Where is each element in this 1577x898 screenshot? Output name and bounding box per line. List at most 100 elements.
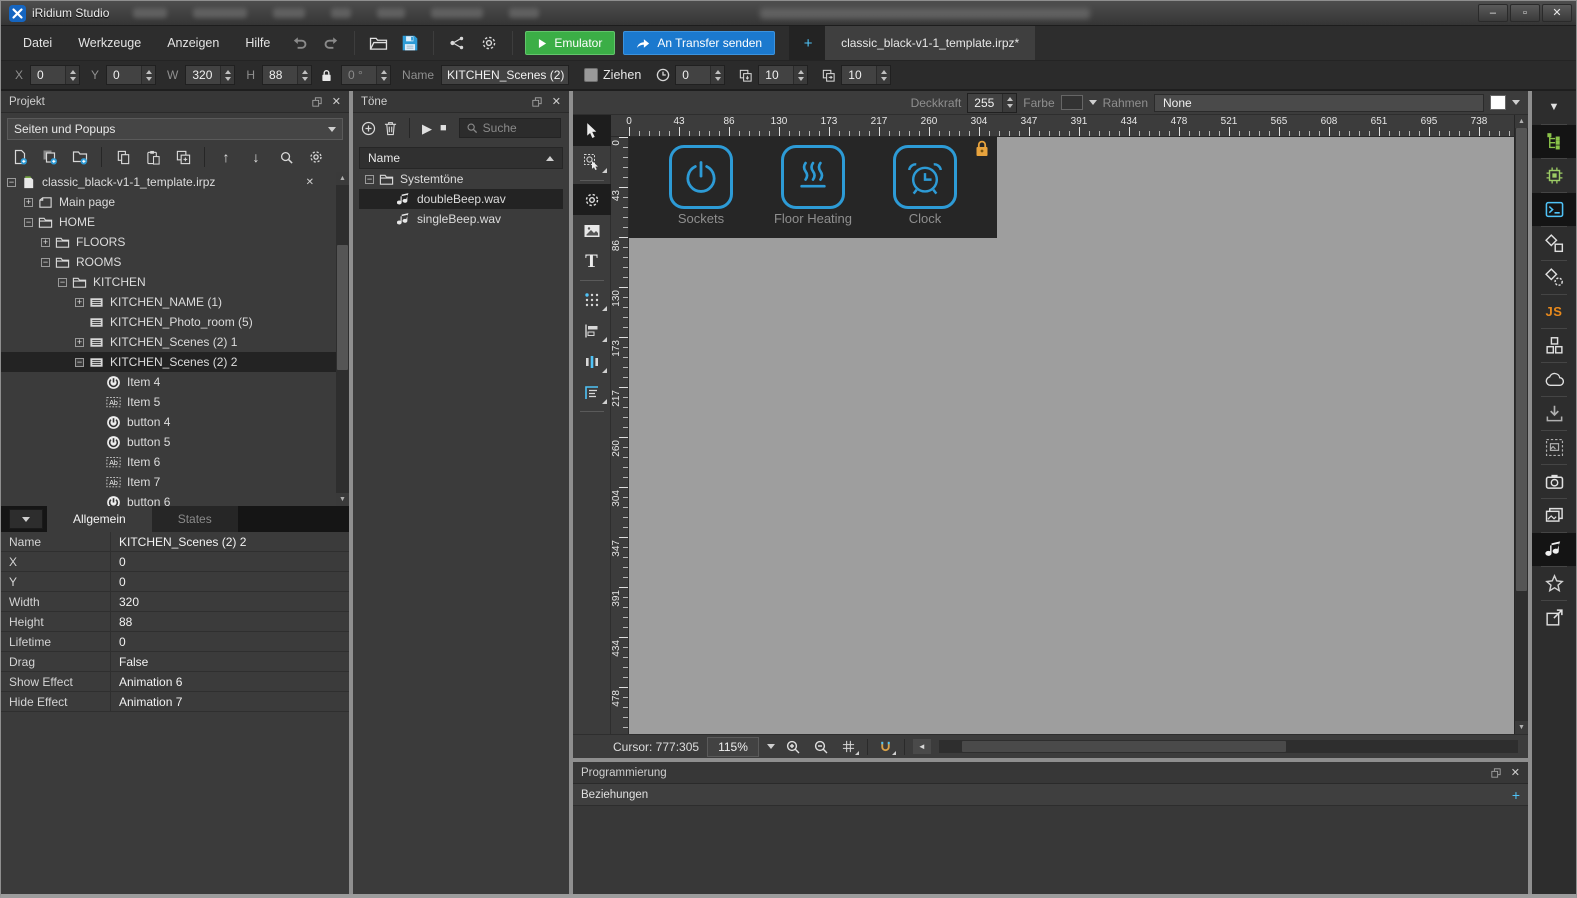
move-down-icon[interactable]: ↓ bbox=[243, 145, 269, 169]
float-panel-icon[interactable] bbox=[312, 96, 322, 107]
tree-item[interactable]: singleBeep.wav bbox=[359, 209, 563, 229]
favorites-star-icon[interactable] bbox=[1532, 567, 1576, 600]
collapse-arrow-icon[interactable]: ▼ bbox=[1532, 91, 1576, 124]
search-icon[interactable] bbox=[273, 145, 299, 169]
js-editor-icon[interactable]: JS bbox=[1532, 295, 1576, 328]
properties-menu-button[interactable] bbox=[9, 509, 43, 529]
format-tool-icon[interactable] bbox=[573, 377, 611, 408]
width-spinner[interactable]: 320 bbox=[185, 65, 236, 85]
expander-icon[interactable]: − bbox=[41, 257, 50, 267]
redo-icon[interactable] bbox=[316, 30, 346, 56]
widget-button-floor-heating[interactable]: Floor Heating bbox=[761, 145, 865, 226]
pages-popups-select[interactable]: Seiten und Popups bbox=[7, 118, 343, 140]
tree-item[interactable]: − Systemtöne bbox=[359, 169, 563, 189]
new-page-icon[interactable] bbox=[7, 145, 33, 169]
save-icon[interactable] bbox=[395, 30, 425, 56]
grid-items-tool-icon[interactable] bbox=[573, 284, 611, 315]
maximize-button[interactable]: ▫ bbox=[1509, 4, 1540, 22]
share-icon[interactable] bbox=[442, 30, 472, 56]
ziehen-checkbox[interactable] bbox=[584, 68, 599, 82]
tree-item[interactable]: button 5 bbox=[1, 432, 336, 452]
driver-chip-icon[interactable] bbox=[1532, 159, 1576, 192]
beziehungen-section[interactable]: Beziehungen + bbox=[573, 784, 1528, 806]
transfer-button[interactable]: An Transfer senden bbox=[623, 31, 776, 55]
tree-item[interactable]: − KITCHEN_Scenes (2) 2 bbox=[1, 352, 336, 372]
minimize-button[interactable]: – bbox=[1477, 4, 1508, 22]
tree-item[interactable]: KITCHEN_Photo_room (5) bbox=[1, 312, 336, 332]
scroll-up-icon[interactable]: ▲ bbox=[1515, 115, 1528, 128]
cloud-icon[interactable] bbox=[1532, 363, 1576, 396]
new-folder-icon[interactable] bbox=[67, 145, 93, 169]
close-panel-icon[interactable]: ✕ bbox=[1511, 766, 1520, 779]
tree-item[interactable]: + FLOORS bbox=[1, 232, 336, 252]
new-popup-icon[interactable] bbox=[37, 145, 63, 169]
property-row[interactable]: Height 88 bbox=[1, 612, 349, 632]
menu-hilfe[interactable]: Hilfe bbox=[233, 30, 282, 56]
close-icon[interactable]: ✕ bbox=[306, 177, 314, 188]
screenshot-camera-icon[interactable] bbox=[1532, 465, 1576, 498]
property-row[interactable]: Drag False bbox=[1, 652, 349, 672]
menu-datei[interactable]: Datei bbox=[11, 30, 64, 56]
tree-item[interactable]: − HOME bbox=[1, 212, 336, 232]
open-project-icon[interactable] bbox=[363, 30, 393, 56]
property-row[interactable]: Hide Effect Animation 7 bbox=[1, 692, 349, 712]
property-value[interactable]: 0 bbox=[111, 552, 349, 571]
property-value[interactable]: Animation 6 bbox=[111, 672, 349, 691]
modules-icon[interactable] bbox=[1532, 329, 1576, 362]
gallery-images-icon[interactable] bbox=[1532, 499, 1576, 532]
export-icon[interactable] bbox=[1532, 601, 1576, 634]
property-row[interactable]: X0 bbox=[1, 552, 349, 572]
grid-step-y-spinner[interactable]: 10 bbox=[841, 65, 892, 85]
rotation-spinner[interactable]: 0 ° bbox=[341, 65, 392, 85]
tree-item[interactable]: + KITCHEN_Scenes (2) 1 bbox=[1, 332, 336, 352]
tree-item[interactable]: − KITCHEN bbox=[1, 272, 336, 292]
image-tool-icon[interactable] bbox=[573, 215, 611, 246]
close-panel-icon[interactable]: ✕ bbox=[552, 95, 561, 108]
grid-toggle-icon[interactable] bbox=[839, 738, 859, 756]
text-tool-icon[interactable]: T bbox=[573, 246, 611, 277]
expander-icon[interactable]: − bbox=[24, 217, 33, 227]
delay-spinner[interactable]: 0 bbox=[675, 65, 726, 85]
property-value[interactable]: 0 bbox=[111, 572, 349, 591]
tree-item[interactable]: + KITCHEN_NAME (1) bbox=[1, 292, 336, 312]
property-row[interactable]: Name KITCHEN_Scenes (2) 2 bbox=[1, 532, 349, 552]
property-value[interactable]: 320 bbox=[111, 592, 349, 611]
color-swatch[interactable] bbox=[1060, 95, 1083, 110]
property-row[interactable]: Show Effect Animation 6 bbox=[1, 672, 349, 692]
scroll-down-icon[interactable]: ▼ bbox=[336, 493, 349, 506]
align-tool-icon[interactable] bbox=[573, 315, 611, 346]
expander-icon[interactable]: − bbox=[58, 277, 67, 287]
dynamic-shapes-icon[interactable] bbox=[1532, 261, 1576, 294]
grid-step-x-spinner[interactable]: 10 bbox=[758, 65, 809, 85]
scroll-left-icon[interactable]: ◄ bbox=[912, 739, 931, 754]
lock-icon[interactable] bbox=[321, 69, 332, 82]
scroll-up-icon[interactable]: ▲ bbox=[336, 172, 349, 185]
canvas-horizontal-scrollbar[interactable] bbox=[938, 740, 1518, 753]
item-settings-tool-icon[interactable] bbox=[572, 184, 611, 215]
tab-states[interactable]: States bbox=[151, 506, 238, 532]
tab-allgemein[interactable]: Allgemein bbox=[47, 506, 152, 532]
float-panel-icon[interactable] bbox=[1491, 767, 1501, 778]
sounds-column-header[interactable]: Name bbox=[359, 147, 563, 169]
scroll-down-icon[interactable]: ▼ bbox=[1515, 721, 1528, 734]
property-row[interactable]: Lifetime 0 bbox=[1, 632, 349, 652]
tree-item[interactable]: − classic_black-v1-1_template.irpz ✕ bbox=[1, 172, 336, 192]
play-sound-icon[interactable]: ▶ bbox=[422, 122, 432, 135]
distribute-tool-icon[interactable] bbox=[573, 346, 611, 377]
y-spinner[interactable]: 0 bbox=[106, 65, 157, 85]
tree-item[interactable]: Ab Item 6 bbox=[1, 452, 336, 472]
tree-item[interactable]: Ab Item 7 bbox=[1, 472, 336, 492]
tree-item[interactable]: button 6 bbox=[1, 492, 336, 506]
menu-werkzeuge[interactable]: Werkzeuge bbox=[66, 30, 153, 56]
kitchen-scenes-widget[interactable]: Sockets Floor Heating Clock bbox=[629, 137, 997, 238]
add-relation-icon[interactable]: + bbox=[1512, 787, 1520, 803]
zoom-select-icon[interactable] bbox=[766, 744, 775, 749]
project-tree-icon[interactable] bbox=[1532, 125, 1576, 158]
tree-item[interactable]: Item 4 bbox=[1, 372, 336, 392]
deckkraft-spinner[interactable]: 255 bbox=[967, 92, 1018, 113]
close-panel-icon[interactable]: ✕ bbox=[332, 95, 341, 108]
script-terminal-icon[interactable] bbox=[1532, 193, 1576, 226]
tree-item[interactable]: + Main page bbox=[1, 192, 336, 212]
property-row[interactable]: Y0 bbox=[1, 572, 349, 592]
move-up-icon[interactable]: ↑ bbox=[213, 145, 239, 169]
